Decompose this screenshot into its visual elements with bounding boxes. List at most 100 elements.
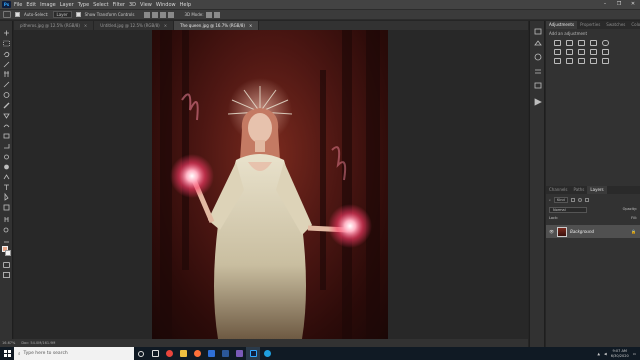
- minimize-icon[interactable]: –: [598, 0, 612, 9]
- tab-close-icon[interactable]: ×: [84, 23, 87, 28]
- distribute-icon[interactable]: [168, 11, 175, 18]
- filter-adjustment-icon[interactable]: [577, 198, 582, 202]
- path-select-icon[interactable]: [4, 192, 9, 201]
- close-icon[interactable]: ✕: [626, 0, 640, 9]
- firefox-icon[interactable]: [190, 347, 204, 360]
- quick-select-tool-icon[interactable]: [3, 61, 10, 68]
- taskbar-search[interactable]: ⌕ Type here to search: [14, 347, 134, 360]
- word-icon[interactable]: [218, 347, 232, 360]
- tab-adjustments[interactable]: Adjustments: [546, 21, 578, 29]
- fill-label[interactable]: Fill:: [631, 216, 637, 220]
- tab-untitled[interactable]: Untitled.jpg @ 12.5% (RGB/8) ×: [94, 21, 175, 30]
- filter-pixel-icon[interactable]: [570, 198, 575, 202]
- gradient-map-icon[interactable]: [602, 58, 609, 64]
- levels-icon[interactable]: [566, 40, 573, 46]
- brush-settings-icon[interactable]: [534, 40, 542, 46]
- lasso-tool-icon[interactable]: [3, 51, 10, 58]
- tab-paths[interactable]: Paths: [571, 186, 588, 194]
- edge-icon[interactable]: [260, 347, 274, 360]
- eyedropper-tool-icon[interactable]: [3, 81, 10, 88]
- 3d-rotate-icon[interactable]: [205, 11, 212, 18]
- selective-color-icon[interactable]: [590, 58, 597, 64]
- libraries-icon[interactable]: [534, 82, 542, 89]
- transform-controls-checkbox[interactable]: [75, 12, 81, 17]
- layer-row-background[interactable]: 👁 Background 🔒: [546, 225, 640, 238]
- menu-view[interactable]: View: [140, 2, 152, 8]
- paragraph-icon[interactable]: [535, 69, 541, 74]
- windows-start-icon[interactable]: [0, 347, 14, 360]
- color-panel-icon[interactable]: [534, 53, 542, 61]
- rectangle-tool-icon[interactable]: [3, 204, 10, 211]
- tab-properties[interactable]: Properties: [577, 21, 603, 29]
- chrome-icon[interactable]: [162, 347, 176, 360]
- gradient-tool-icon[interactable]: [4, 144, 10, 149]
- photoshop-taskbar-icon[interactable]: [246, 347, 260, 360]
- panel-icons[interactable]: [530, 27, 546, 127]
- menu-3d[interactable]: 3D: [129, 2, 136, 8]
- filter-search-icon[interactable]: ⌕: [549, 198, 551, 202]
- background-color-swatch[interactable]: [5, 250, 11, 256]
- opacity-label[interactable]: Opacity:: [623, 207, 637, 213]
- posterize-icon[interactable]: [566, 58, 573, 64]
- invert-icon[interactable]: [554, 58, 561, 64]
- kind-dropdown[interactable]: Kind: [553, 197, 568, 203]
- tab-swatches[interactable]: Swatches: [603, 21, 628, 29]
- eraser-tool-icon[interactable]: [3, 133, 10, 139]
- actions-play-icon[interactable]: [534, 98, 542, 106]
- history-panel-icon[interactable]: [534, 28, 542, 35]
- dodge-tool-icon[interactable]: [4, 164, 9, 170]
- tab-close-icon[interactable]: ×: [249, 23, 252, 28]
- menu-filter[interactable]: Filter: [113, 2, 125, 8]
- color-balance-icon[interactable]: [566, 49, 573, 55]
- task-view-icon[interactable]: [148, 347, 162, 360]
- tab-channels[interactable]: Channels: [546, 186, 571, 194]
- menu-select[interactable]: Select: [93, 2, 108, 8]
- move-tool-icon[interactable]: [4, 30, 9, 36]
- align-left-icon[interactable]: [144, 11, 151, 18]
- tab-the-queen[interactable]: The queen.jpg @ 16.7% (RGB/8) ×: [174, 21, 260, 30]
- filter-type-icon[interactable]: [584, 198, 589, 202]
- document-artwork[interactable]: [152, 30, 388, 339]
- auto-select-target-dropdown[interactable]: Layer: [52, 11, 72, 18]
- cortana-icon[interactable]: [134, 347, 148, 360]
- type-tool-icon[interactable]: [4, 184, 9, 190]
- file-explorer-icon[interactable]: [176, 347, 190, 360]
- blur-tool-icon[interactable]: [4, 154, 9, 160]
- clock[interactable]: 9:07 AM 6/30/2020: [611, 349, 629, 358]
- history-brush-icon[interactable]: [3, 124, 10, 128]
- menu-type[interactable]: Type: [78, 2, 89, 8]
- align-right-icon[interactable]: [160, 11, 167, 18]
- move-tool-icon[interactable]: [3, 11, 11, 18]
- black-white-icon[interactable]: [578, 49, 585, 55]
- threshold-icon[interactable]: [578, 58, 585, 64]
- exposure-icon[interactable]: [590, 40, 597, 46]
- network-icon[interactable]: ▲: [597, 352, 600, 356]
- clone-stamp-icon[interactable]: [3, 113, 10, 119]
- tab-pitheros[interactable]: pitheros.jpg @ 12.5% (RGB/8) ×: [14, 21, 95, 30]
- menu-edit[interactable]: Edit: [26, 2, 36, 8]
- hue-saturation-icon[interactable]: [554, 49, 561, 55]
- quick-mask-icon[interactable]: [3, 262, 10, 268]
- tab-color[interactable]: Color: [628, 21, 640, 29]
- tab-close-icon[interactable]: ×: [164, 23, 167, 28]
- menu-layer[interactable]: Layer: [60, 2, 74, 8]
- layer-name[interactable]: Background: [570, 229, 594, 234]
- tool-icons[interactable]: [0, 27, 13, 277]
- menu-file[interactable]: File: [14, 2, 22, 8]
- menu-window[interactable]: Window: [156, 2, 176, 8]
- canvas-area[interactable]: [14, 30, 528, 339]
- maximize-icon[interactable]: ❐: [612, 0, 626, 9]
- menu-image[interactable]: Image: [40, 2, 56, 8]
- document-size[interactable]: Doc: 54.0M/161.9M: [21, 341, 55, 345]
- tab-layers[interactable]: Layers: [587, 186, 607, 194]
- blend-mode-dropdown[interactable]: Normal: [549, 207, 587, 213]
- volume-icon[interactable]: ◀: [604, 352, 607, 356]
- screen-mode-icon[interactable]: [3, 272, 10, 278]
- image-viewer-icon[interactable]: [232, 347, 246, 360]
- healing-brush-icon[interactable]: [3, 92, 10, 98]
- vibrance-icon[interactable]: [602, 40, 609, 46]
- marquee-tool-icon[interactable]: [3, 40, 10, 47]
- auto-select-checkbox[interactable]: [15, 12, 20, 17]
- curves-icon[interactable]: [578, 40, 585, 46]
- zoom-tool-icon[interactable]: [3, 227, 9, 233]
